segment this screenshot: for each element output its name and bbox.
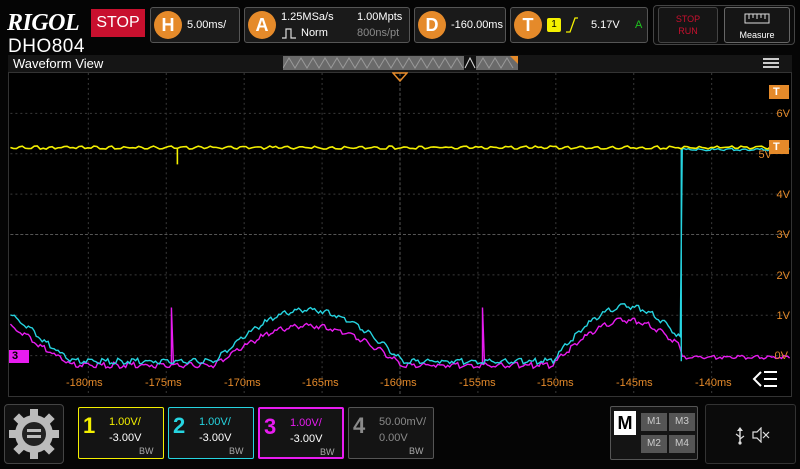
acq-mode-icon <box>282 28 296 39</box>
channel2-offset: -3.00V <box>199 432 232 444</box>
sample-period: 800ns/pt <box>357 27 400 39</box>
waveform-grid[interactable] <box>8 72 792 397</box>
stop-label: STOP <box>675 14 701 24</box>
measure-label: Measure <box>739 30 775 40</box>
rising-edge-icon <box>566 17 578 33</box>
trigger-level-marker[interactable]: T <box>769 140 789 154</box>
channel4-box[interactable]: 4 50.00mV/ 0.00V BW <box>348 407 434 459</box>
math-m3[interactable]: M3 <box>669 413 695 431</box>
scale-5v: 5V <box>758 149 772 161</box>
trigger-marker[interactable]: T <box>769 85 789 99</box>
channel3-scale: 1.00V/ <box>290 417 322 429</box>
math-m2[interactable]: M2 <box>641 435 667 453</box>
trigger-mode-flag: A <box>635 19 643 31</box>
trigger-tile[interactable]: T 1 5.17V A <box>510 7 648 43</box>
sample-rate: 1.25MSa/s <box>281 11 334 23</box>
channel2-number: 2 <box>173 413 186 438</box>
time-label: -165ms <box>302 377 339 389</box>
delay-value: -160.00ms <box>451 19 503 31</box>
waveform-view-title: Waveform View <box>13 56 104 71</box>
gear-home-icon <box>9 409 59 459</box>
channel4-scale: 50.00mV/ <box>379 416 427 428</box>
rigol-logo: RIGOL <box>7 10 80 36</box>
channel2-box[interactable]: 2 1.00V/ -3.00V BW <box>168 407 254 459</box>
memory-overview-bar[interactable] <box>283 56 518 70</box>
time-label: -145ms <box>616 377 653 389</box>
time-label: -175ms <box>145 377 182 389</box>
scale-1v: 1V <box>776 310 790 322</box>
memory-depth: 1.00Mpts <box>357 11 403 23</box>
horizontal-tile[interactable]: H 5.00ms/ <box>150 7 240 43</box>
scale-6v: 6V <box>776 108 790 120</box>
time-label: -140ms <box>695 377 732 389</box>
time-label: -155ms <box>459 377 496 389</box>
time-label: -180ms <box>66 377 103 389</box>
acquisition-key: A <box>248 11 276 39</box>
trigger-key: T <box>514 11 542 39</box>
hamburger-icon[interactable] <box>763 57 779 69</box>
math-panel[interactable]: M M1 M3 M2 M4 <box>610 406 698 460</box>
channel4-bw: BW <box>409 446 424 456</box>
channel3-bw: BW <box>320 447 335 457</box>
channel4-number: 4 <box>353 413 366 438</box>
math-key: M <box>614 411 636 435</box>
ruler-icon <box>744 13 770 24</box>
trigger-source-badge: 1 <box>547 18 561 32</box>
collapse-menu-icon[interactable] <box>752 369 778 389</box>
run-label: RUN <box>678 26 698 36</box>
delay-tile[interactable]: D -160.00ms <box>414 7 506 43</box>
measure-button[interactable]: Measure <box>724 7 790 43</box>
acquisition-tile[interactable]: A 1.25MSa/s 1.00Mpts Norm 800ns/pt <box>244 7 410 43</box>
grid-lines <box>10 73 790 396</box>
scale-2v: 2V <box>776 270 790 282</box>
speaker-mute-icon[interactable] <box>752 427 770 443</box>
channel1-scale: 1.00V/ <box>109 416 141 428</box>
usb-icon <box>735 427 745 445</box>
channel1-number: 1 <box>83 413 96 438</box>
channel3-box[interactable]: 3 1.00V/ -3.00V BW <box>258 407 344 459</box>
time-label: -150ms <box>537 377 574 389</box>
time-label: -170ms <box>224 377 261 389</box>
channel2-scale: 1.00V/ <box>199 416 231 428</box>
scale-3v: 3V <box>776 229 790 241</box>
math-m4[interactable]: M4 <box>669 435 695 453</box>
home-button[interactable] <box>4 404 64 464</box>
channel1-offset: -3.00V <box>109 432 142 444</box>
channel3-number: 3 <box>264 414 277 439</box>
run-status-badge: STOP <box>91 9 145 37</box>
channel3-offset: -3.00V <box>290 433 323 445</box>
stop-run-button[interactable]: STOP RUN <box>658 7 718 43</box>
channel2-bw: BW <box>229 446 244 456</box>
acquisition-mode: Norm <box>301 27 328 39</box>
channel1-bw: BW <box>139 446 154 456</box>
delay-key: D <box>418 11 446 39</box>
time-label: -160ms <box>380 377 417 389</box>
channel3-ground-marker[interactable]: 3 <box>9 350 29 363</box>
channel4-offset: 0.00V <box>379 432 408 444</box>
status-area <box>705 404 796 464</box>
channel1-box[interactable]: 1 1.00V/ -3.00V BW <box>78 407 164 459</box>
scale-4v: 4V <box>776 189 790 201</box>
trigger-level: 5.17V <box>591 19 620 31</box>
horizontal-key: H <box>154 11 182 39</box>
trigger-position-marker[interactable] <box>392 72 408 82</box>
timebase-value: 5.00ms/ <box>187 19 227 31</box>
oscilloscope-screen: RIGOL STOP DHO804 H 5.00ms/ A 1.25MSa/s … <box>0 0 800 469</box>
scale-0v: 0V <box>774 350 788 362</box>
math-m1[interactable]: M1 <box>641 413 667 431</box>
